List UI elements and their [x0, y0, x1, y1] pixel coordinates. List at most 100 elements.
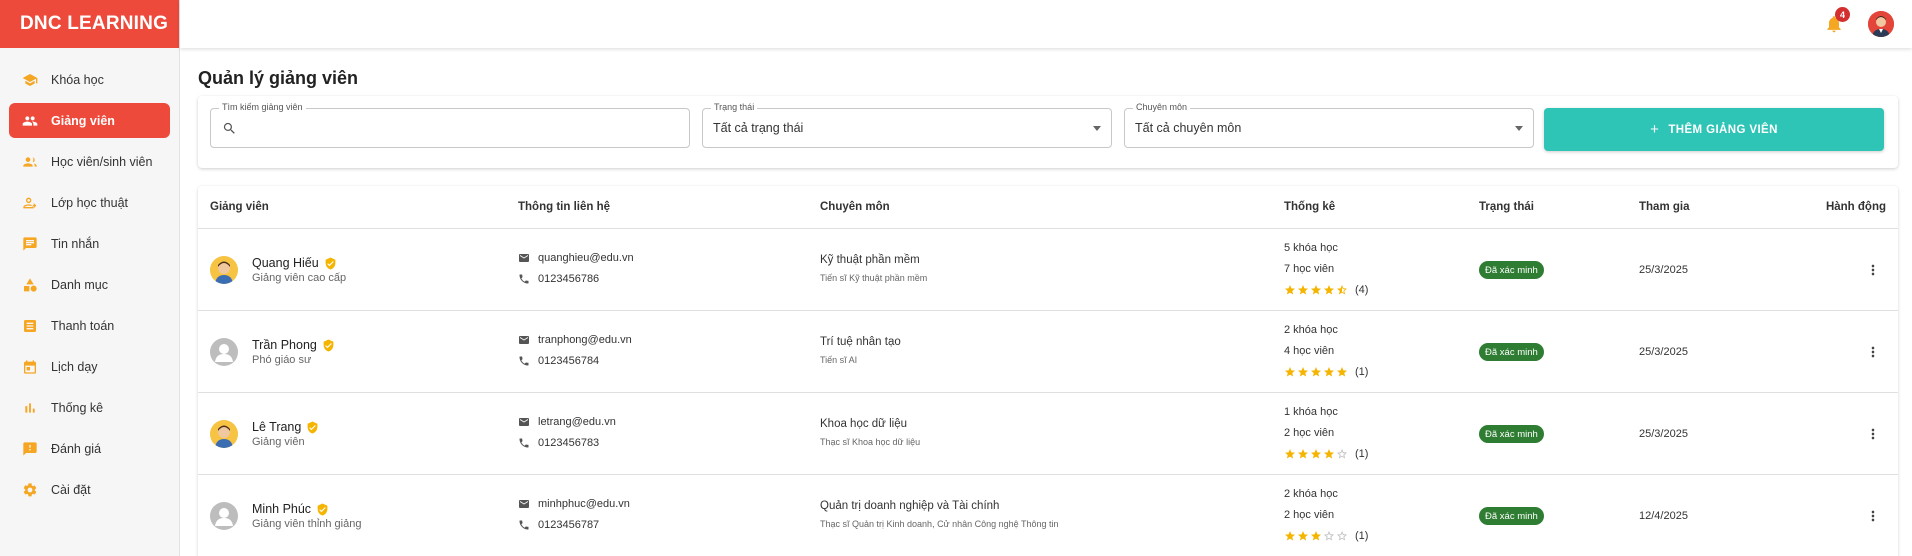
- column-header[interactable]: Tham gia: [1639, 201, 1689, 213]
- instructor-name[interactable]: Lê Trang: [252, 420, 319, 434]
- search-field[interactable]: Tìm kiếm giảng viên: [210, 102, 690, 148]
- star-full-icon: [1285, 531, 1295, 541]
- more-vert-icon: [1871, 510, 1875, 522]
- sidebar-item[interactable]: Học viên/sinh viên: [9, 144, 170, 179]
- joined-date: 25/3/2025: [1639, 346, 1688, 358]
- receipt-icon: [21, 317, 39, 335]
- instructor-name[interactable]: Trần Phong: [252, 338, 335, 352]
- sidebar-item[interactable]: Tin nhắn: [9, 226, 170, 261]
- column-header[interactable]: Chuyên môn: [820, 201, 890, 213]
- page-title: Quản lý giảng viên: [198, 68, 359, 88]
- specialty-select[interactable]: Chuyên môn Tất cả chuyên môn: [1124, 102, 1534, 148]
- add-instructor-label: THÊM GIẢNG VIÊN: [1668, 123, 1778, 136]
- star-full-icon: [1311, 449, 1321, 459]
- chevron-down-icon: [1515, 126, 1523, 131]
- instructor-name-text: Trần Phong: [252, 338, 317, 352]
- sidebar-item-label: Lớp học thuật: [51, 195, 129, 210]
- instructor-name[interactable]: Minh Phúc: [252, 502, 329, 516]
- rating: (1): [1284, 448, 1368, 460]
- column-header[interactable]: Giảng viên: [210, 201, 269, 213]
- sidebar-item[interactable]: Thanh toán: [9, 308, 170, 343]
- sidebar-item[interactable]: Khóa học: [9, 62, 170, 97]
- verified-icon: [307, 421, 318, 433]
- notification-badge: 4: [1835, 7, 1850, 22]
- course-count: 2 khóa học: [1284, 324, 1338, 336]
- user-avatar[interactable]: [1868, 11, 1894, 37]
- sidebar-item[interactable]: Thống kê: [9, 390, 170, 425]
- row-actions-button[interactable]: [1864, 507, 1882, 525]
- star-full-icon: [1337, 367, 1347, 377]
- email-icon: [519, 418, 529, 426]
- row-actions-button[interactable]: [1864, 261, 1882, 279]
- instructor-title: Giảng viên thỉnh giảng: [252, 518, 362, 530]
- add-instructor-button[interactable]: + THÊM GIẢNG VIÊN: [1544, 108, 1884, 151]
- phone-icon: [519, 356, 529, 366]
- column-header[interactable]: Thống kê: [1284, 201, 1335, 213]
- notification-button[interactable]: 4: [1824, 7, 1850, 34]
- star-full-icon: [1285, 285, 1295, 295]
- student-count: 2 học viên: [1284, 509, 1335, 521]
- verified-icon: [325, 257, 336, 269]
- star-full-icon: [1324, 367, 1334, 377]
- sidebar-item[interactable]: Giảng viên: [9, 103, 170, 138]
- search-input[interactable]: [243, 117, 681, 139]
- table-row[interactable]: Minh Phúc Giảng viên thỉnh giảng minhphuc@…: [198, 475, 1898, 556]
- joined-date: 25/3/2025: [1639, 428, 1688, 440]
- sidebar-item-label: Giảng viên: [51, 113, 115, 128]
- degree: Tiến sĩ AI: [820, 355, 858, 365]
- course-count: 1 khóa học: [1284, 406, 1338, 418]
- phone-text: 0123456784: [538, 355, 600, 367]
- star-full-icon: [1285, 449, 1295, 459]
- column-header[interactable]: Hành động: [1826, 201, 1886, 213]
- email-icon: [519, 500, 529, 508]
- status-select[interactable]: Trạng thái Tất cả trạng thái: [702, 102, 1112, 148]
- topbar: 4: [180, 0, 1912, 48]
- instructor-avatar[interactable]: [210, 502, 238, 530]
- bar-chart-icon: [21, 399, 39, 417]
- sidebar-item[interactable]: Danh mục: [9, 267, 170, 302]
- instructor-name-text: Quang Hiếu: [252, 256, 319, 270]
- sidebar-item-label: Cài đặt: [51, 482, 91, 497]
- joined-date: 12/4/2025: [1639, 510, 1688, 522]
- sidebar-item[interactable]: Lớp học thuật: [9, 185, 170, 220]
- user-avatar-icon: [1868, 11, 1894, 37]
- sidebar-item-label: Lịch dạy: [51, 359, 98, 374]
- star-full-icon: [1298, 449, 1308, 459]
- review-count: (1): [1355, 448, 1369, 460]
- course-count: 2 khóa học: [1284, 488, 1338, 500]
- star-full-icon: [1311, 531, 1321, 541]
- email-contact: tranphong@edu.vn: [518, 334, 632, 346]
- status-badge: Đã xác minh: [1479, 343, 1544, 361]
- instructors-table: Giảng viên Thông tin liên hệ Chuyên môn …: [198, 186, 1898, 556]
- sidebar-item-label: Thanh toán: [51, 318, 115, 333]
- table-header: Giảng viên Thông tin liên hệ Chuyên môn …: [198, 186, 1898, 229]
- category-icon: [21, 276, 39, 294]
- sidebar-item[interactable]: Đánh giá: [9, 431, 170, 466]
- star-empty-icon: [1324, 531, 1334, 541]
- instructor-avatar[interactable]: [210, 256, 238, 284]
- row-actions-button[interactable]: [1864, 425, 1882, 443]
- table-row[interactable]: Quang Hiếu Giảng viên cao cấp quanghieu@ed…: [198, 229, 1898, 311]
- sidebar-item[interactable]: Cài đặt: [9, 472, 170, 507]
- instructor-avatar[interactable]: [210, 420, 238, 448]
- course-count: 5 khóa học: [1284, 242, 1338, 254]
- table-row[interactable]: Trần Phong Phó giáo sư tranphong@edu.vn 012…: [198, 311, 1898, 393]
- rating: (1): [1284, 530, 1368, 542]
- instructor-name[interactable]: Quang Hiếu: [252, 256, 337, 270]
- review-count: (1): [1355, 530, 1369, 542]
- phone-contact: 0123456783: [518, 437, 599, 449]
- email-text: tranphong@edu.vn: [538, 334, 632, 346]
- brand-logo[interactable]: DNC LEARNING: [0, 0, 179, 48]
- sidebar-item[interactable]: Lịch dạy: [9, 349, 170, 384]
- phone-text: 0123456787: [538, 519, 600, 531]
- status-badge: Đã xác minh: [1479, 261, 1544, 279]
- degree: Thạc sĩ Khoa học dữ liệu: [820, 437, 921, 447]
- column-header[interactable]: Thông tin liên hệ: [518, 201, 610, 213]
- instructor-avatar[interactable]: [210, 338, 238, 366]
- star-full-icon: [1285, 367, 1295, 377]
- row-actions-button[interactable]: [1864, 343, 1882, 361]
- review-count: (1): [1355, 366, 1369, 378]
- instructor-name-text: Lê Trang: [252, 420, 302, 434]
- column-header[interactable]: Trạng thái: [1479, 201, 1534, 213]
- table-row[interactable]: Lê Trang Giảng viên letrang@edu.vn 01234567…: [198, 393, 1898, 475]
